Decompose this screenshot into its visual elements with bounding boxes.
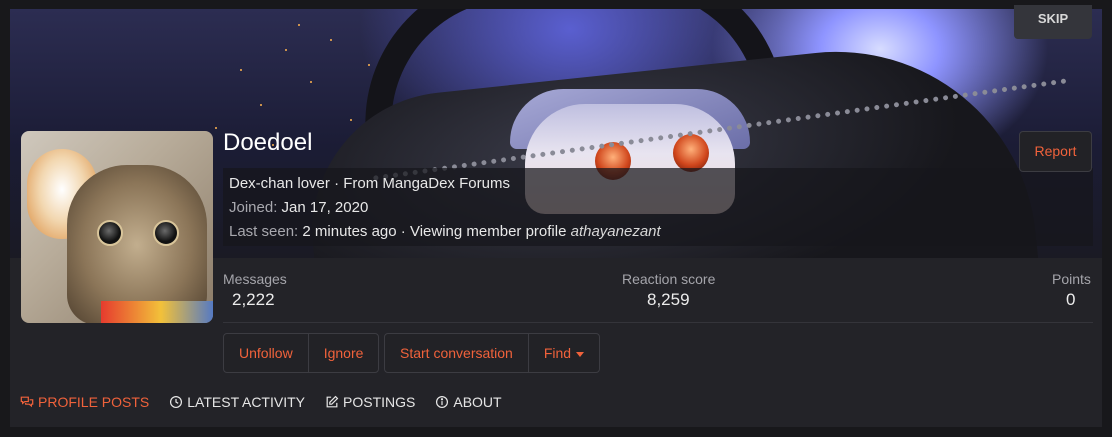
profile-tabs: PROFILE POSTS LATEST ACTIVITY POSTINGS A… xyxy=(20,394,502,410)
tab-latest-activity[interactable]: LATEST ACTIVITY xyxy=(169,394,305,410)
joined-label: Joined: xyxy=(229,199,278,216)
last-seen-line: Last seen: 2 minutes ago · Viewing membe… xyxy=(229,223,661,240)
caret-down-icon xyxy=(576,351,585,357)
username: Doedoel xyxy=(223,129,313,156)
stat-points-value[interactable]: 0 xyxy=(1066,290,1075,310)
stat-messages-label: Messages xyxy=(223,271,287,287)
skip-button[interactable]: SKIP xyxy=(1014,5,1092,39)
last-seen-label: Last seen: xyxy=(229,223,299,240)
stats-divider xyxy=(223,322,1093,323)
tab-profile-posts[interactable]: PROFILE POSTS xyxy=(20,394,149,410)
activity-text: Viewing member profile xyxy=(409,223,567,240)
stat-points-label: Points xyxy=(1052,271,1091,287)
stat-reaction-label: Reaction score xyxy=(622,271,716,287)
tab-about-label: ABOUT xyxy=(453,394,502,410)
start-conversation-button[interactable]: Start conversation xyxy=(385,334,528,372)
find-label: Find xyxy=(543,345,572,361)
tab-latest-activity-label: LATEST ACTIVITY xyxy=(187,394,305,410)
last-seen-value: 2 minutes ago xyxy=(302,223,397,240)
edit-icon xyxy=(326,395,339,408)
user-title-line: Dex-chan lover · From MangaDex Forums xyxy=(229,175,510,192)
activity-target-link[interactable]: athayanezant xyxy=(571,223,661,240)
conversation-actions: Start conversation Find xyxy=(384,333,601,373)
stat-reaction-value[interactable]: 8,259 xyxy=(647,290,690,310)
stat-messages-value[interactable]: 2,222 xyxy=(232,290,275,310)
follow-actions: Unfollow Ignore xyxy=(223,333,380,373)
tab-profile-posts-label: PROFILE POSTS xyxy=(38,394,150,410)
joined-date: Jan 17, 2020 xyxy=(281,199,369,216)
profile-header: SKIP Doedoel Dex-chan lover · From Manga… xyxy=(10,5,1102,427)
tab-postings-label: POSTINGS xyxy=(343,394,416,410)
avatar[interactable] xyxy=(21,131,213,323)
report-button[interactable]: Report xyxy=(1019,131,1092,172)
tab-postings[interactable]: POSTINGS xyxy=(325,394,415,410)
unfollow-button[interactable]: Unfollow xyxy=(224,334,308,372)
info-icon xyxy=(436,395,449,409)
tab-about[interactable]: ABOUT xyxy=(435,394,502,410)
joined-line: Joined: Jan 17, 2020 xyxy=(229,199,368,216)
find-dropdown-button[interactable]: Find xyxy=(527,334,599,372)
user-location: From MangaDex Forums xyxy=(343,175,510,192)
ignore-button[interactable]: Ignore xyxy=(307,334,379,372)
comments-icon xyxy=(20,396,34,408)
clock-icon xyxy=(170,395,183,409)
user-title: Dex-chan lover xyxy=(229,175,330,192)
